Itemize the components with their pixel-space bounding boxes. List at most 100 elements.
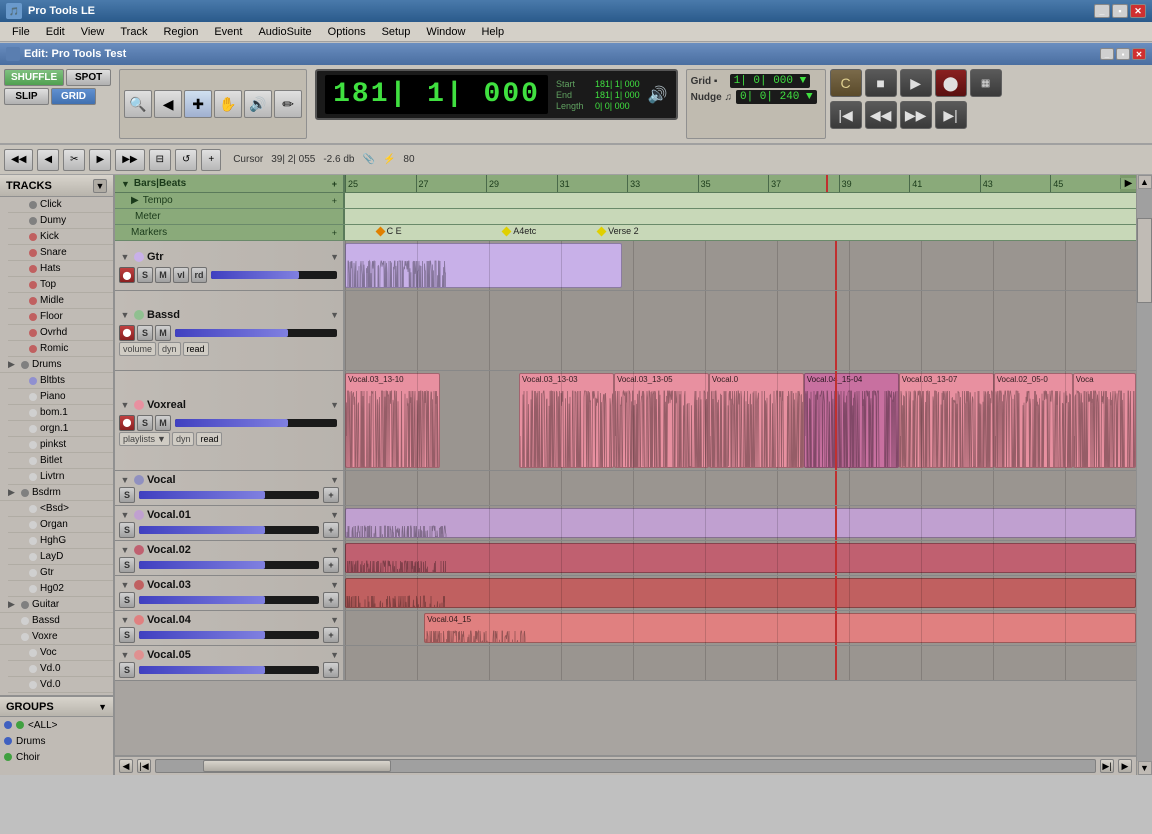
grid-button[interactable]: GRID [51,88,96,105]
track-waveform-area[interactable]: Vocal.04_15 [345,611,1136,645]
track-expand-icon[interactable]: ▶ [8,487,18,498]
plus-button[interactable]: + [323,487,339,503]
rec-button[interactable]: ⬤ [119,267,135,283]
track-waveform-area[interactable] [345,241,1136,290]
nudge-fwd-button[interactable]: ▶ [89,149,111,171]
vol-slider[interactable] [175,419,337,427]
solo-button[interactable]: S [119,662,135,678]
vol-slider[interactable] [139,596,319,604]
track-item[interactable]: Hats [8,261,113,277]
track-item[interactable]: ▶Bsdrm [0,485,113,501]
track-expand-button[interactable]: ▼ [119,474,131,486]
go-end-button[interactable]: ▶| [935,101,967,129]
audio-clip[interactable]: Vocal.04_15 [424,613,1136,643]
track-waveform-area[interactable] [345,541,1136,575]
play-button[interactable]: ▶ [900,69,932,97]
track-dropdown[interactable]: ▼ [330,252,339,262]
track-item[interactable]: Dumy [8,213,113,229]
track-item[interactable]: Midle [8,293,113,309]
h-scroll-thumb[interactable] [203,760,391,772]
track-dropdown[interactable]: ▼ [330,615,339,625]
select-tool[interactable]: ✚ [184,90,212,118]
edit-minimize-button[interactable]: _ [1100,48,1114,60]
track-expand-button[interactable]: ▼ [119,251,131,263]
track-expand-button[interactable]: ▼ [119,544,131,556]
nudge-back4-button[interactable]: ◀◀ [4,149,33,171]
menu-item-window[interactable]: Window [418,24,473,40]
spot-button[interactable]: SPOT [66,69,111,86]
quantize-button[interactable]: ⊟ [149,149,171,171]
vol-slider[interactable] [139,491,319,499]
group-item[interactable]: <ALL> [0,717,113,733]
auto-mode-label[interactable]: read [196,432,222,446]
options-button[interactable]: ▦ [970,69,1002,97]
plus-button[interactable]: + [323,627,339,643]
track-item[interactable]: <Bsd> [8,501,113,517]
track-waveform-area[interactable] [345,576,1136,610]
audio-clip[interactable] [345,543,1136,573]
menu-item-file[interactable]: File [4,24,38,40]
close-button[interactable]: ✕ [1130,4,1146,18]
mute-button[interactable]: M [155,325,171,341]
track-expand-button[interactable]: ▼ [119,509,131,521]
audio-clip[interactable]: Vocal.03_13-05 [614,373,709,468]
track-dropdown[interactable]: ▼ [330,650,339,660]
plus-button[interactable]: + [323,522,339,538]
audio-clip[interactable]: Vocal.03_13-03 [519,373,614,468]
maximize-button[interactable]: ▪ [1112,4,1128,18]
track-dropdown[interactable]: ▼ [330,545,339,555]
track-waveform-area[interactable] [345,471,1136,505]
rewind-button[interactable]: ◀◀ [865,101,897,129]
menu-item-edit[interactable]: Edit [38,24,73,40]
solo-button[interactable]: S [119,592,135,608]
go-start-button[interactable]: |◀ [830,101,862,129]
markers-plus[interactable]: + [332,228,337,238]
track-item[interactable]: Snare [8,245,113,261]
edit-close-button[interactable]: ✕ [1132,48,1146,60]
menu-item-setup[interactable]: Setup [374,24,419,40]
track-expand-button[interactable]: ▼ [119,614,131,626]
mute-button[interactable]: M [155,415,171,431]
right-scrollbar[interactable]: ▲ ▼ [1136,175,1152,775]
track-expand-button[interactable]: ▼ [119,309,131,321]
track-item[interactable]: Piano [8,389,113,405]
track-item[interactable]: Ovrhd [8,325,113,341]
track-expand-button[interactable]: ▼ [119,649,131,661]
vol-slider[interactable] [211,271,337,279]
tempo-plus[interactable]: + [332,196,337,206]
track-item[interactable]: Kick [8,229,113,245]
track-item[interactable]: Voc [8,645,113,661]
groups-options[interactable]: ▼ [98,702,107,712]
track-item[interactable]: Voxre [0,629,113,645]
rd-button[interactable]: rd [191,267,207,283]
track-item[interactable]: Floor [8,309,113,325]
track-dropdown[interactable]: ▼ [330,310,339,320]
track-list[interactable]: ClickDumyKickSnareHatsTopMidleFloorOvrhd… [0,197,113,695]
audio-clip[interactable]: Vocal.03_13-07 [899,373,994,468]
track-item[interactable]: Hg02 [8,581,113,597]
track-item[interactable]: Gtr [8,565,113,581]
plus-button[interactable]: + [323,592,339,608]
vl-button[interactable]: vl [173,267,189,283]
minimize-button[interactable]: _ [1094,4,1110,18]
vol-slider[interactable] [175,329,337,337]
solo-button[interactable]: S [137,267,153,283]
track-item[interactable]: Vd.0 [8,661,113,677]
track-dropdown[interactable]: ▼ [330,510,339,520]
shuffle-button[interactable]: SHUFFLE [4,69,64,86]
edit-maximize-button[interactable]: ▪ [1116,48,1130,60]
plus-button[interactable]: + [323,557,339,573]
track-expand-icon[interactable]: ▶ [8,599,18,610]
audio-clip[interactable] [345,508,1136,538]
track-item[interactable]: Bltbts [8,373,113,389]
track-waveform-area[interactable] [345,646,1136,680]
track-dropdown[interactable]: ▼ [330,475,339,485]
track-dropdown[interactable]: ▼ [330,400,339,410]
vol-slider[interactable] [139,526,319,534]
tempo-expand[interactable]: ▶ [131,195,139,206]
track-expand-button[interactable]: ▼ [119,579,131,591]
menu-item-help[interactable]: Help [473,24,512,40]
rec-button[interactable]: ⬤ [119,325,135,341]
zoom-in-button[interactable]: + [201,149,221,171]
menu-item-options[interactable]: Options [320,24,374,40]
